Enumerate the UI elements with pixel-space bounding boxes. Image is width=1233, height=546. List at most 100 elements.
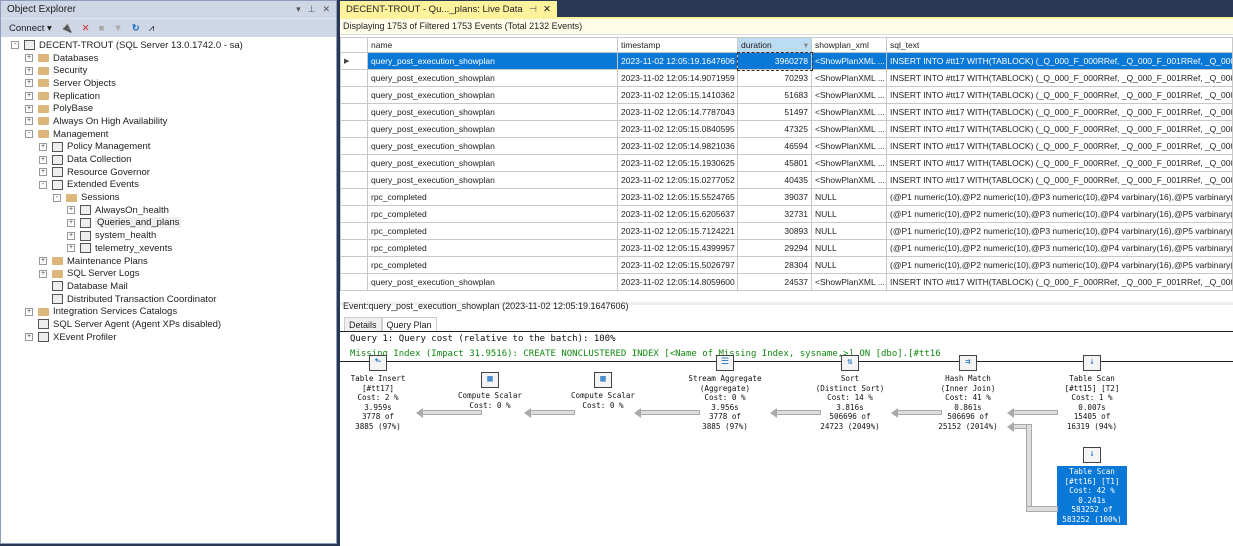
plan-node-hash-match[interactable]: ⇉ Hash Match (Inner Join) Cost: 41 % 0.861s 5… (913, 355, 1023, 431)
cell-timestamp[interactable]: 2023-11-02 12:05:15.0277052 (617, 171, 738, 189)
collapse-icon[interactable]: - (39, 180, 47, 189)
cell-name[interactable]: query_post_execution_showplan (367, 86, 618, 104)
expand-icon[interactable]: + (67, 231, 75, 240)
cell-name[interactable]: rpc_completed (367, 256, 618, 274)
cell-showplan-xml[interactable]: <ShowPlanXML ... (811, 69, 887, 87)
cell-timestamp[interactable]: 2023-11-02 12:05:15.5524765 (617, 188, 738, 206)
cell-duration[interactable]: 24537 (737, 273, 812, 291)
row-header[interactable] (340, 171, 368, 189)
cell-name[interactable]: query_post_execution_showplan (367, 52, 618, 70)
event-row[interactable]: rpc_completed 2023-11-02 12:05:15.5524765… (340, 188, 1233, 206)
tree-node-data-collection[interactable]: + Data Collection (1, 153, 336, 166)
cell-showplan-xml[interactable]: <ShowPlanXML ... (811, 137, 887, 155)
tree-node-server[interactable]: - DECENT-TROUT (SQL Server 13.0.1742.0 - … (1, 39, 336, 52)
event-row[interactable]: rpc_completed 2023-11-02 12:05:15.6205637… (340, 205, 1233, 223)
close-tab-icon[interactable]: ✕ (543, 4, 551, 15)
tree-node-system-health[interactable]: + system_health (1, 229, 336, 242)
cell-timestamp[interactable]: 2023-11-02 12:05:15.7124221 (617, 222, 738, 240)
row-header[interactable] (340, 86, 368, 104)
event-row[interactable]: query_post_execution_showplan 2023-11-02 … (340, 171, 1233, 189)
row-header[interactable] (340, 222, 368, 240)
row-header[interactable] (340, 239, 368, 257)
tree-node-management[interactable]: - Management (1, 128, 336, 141)
event-row[interactable]: rpc_completed 2023-11-02 12:05:15.7124221… (340, 222, 1233, 240)
tree-node-policy-management[interactable]: + Policy Management (1, 141, 336, 154)
event-row[interactable]: ▶ query_post_execution_showplan 2023-11-02… (340, 51, 1233, 71)
cell-showplan-xml[interactable]: NULL (811, 188, 887, 206)
column-header-showplan-xml[interactable]: showplan_xml (811, 37, 887, 53)
tab-live-data[interactable]: DECENT-TROUT - Qu..._plans: Live Data ⊣ … (340, 1, 557, 17)
cell-showplan-xml[interactable]: <ShowPlanXML ... (811, 154, 887, 172)
cell-duration[interactable]: 29294 (737, 239, 812, 257)
cell-sql-text[interactable]: INSERT INTO #tt17 WITH(TABLOCK) (_Q_000_… (886, 120, 1233, 138)
cell-timestamp[interactable]: 2023-11-02 12:05:14.7787043 (617, 103, 738, 121)
expand-icon[interactable]: + (25, 92, 33, 101)
column-header-duration[interactable]: duration ▾ (737, 37, 812, 53)
expand-icon[interactable]: + (25, 307, 33, 316)
event-row[interactable]: query_post_execution_showplan 2023-11-02 … (340, 120, 1233, 138)
cell-showplan-xml[interactable]: <ShowPlanXML ... (811, 86, 887, 104)
dropdown-icon[interactable]: ▾ (296, 4, 301, 15)
cell-name[interactable]: query_post_execution_showplan (367, 69, 618, 87)
expand-icon[interactable]: + (25, 54, 33, 63)
cell-name[interactable]: rpc_completed (367, 188, 618, 206)
expand-icon[interactable]: + (25, 333, 33, 342)
cell-timestamp[interactable]: 2023-11-02 12:05:15.1410362 (617, 86, 738, 104)
cell-sql-text[interactable]: INSERT INTO #tt17 WITH(TABLOCK) (_Q_000_… (886, 273, 1233, 291)
event-row[interactable]: query_post_execution_showplan 2023-11-02 … (340, 273, 1233, 291)
cell-sql-text[interactable]: (@P1 numeric(10),@P2 numeric(10),@P3 num… (886, 256, 1233, 274)
cell-duration[interactable]: 46594 (737, 137, 812, 155)
event-row[interactable]: query_post_execution_showplan 2023-11-02 … (340, 154, 1233, 172)
activity-monitor-icon[interactable]: ⩘ (149, 23, 154, 34)
cell-showplan-xml[interactable]: <ShowPlanXML ... (811, 52, 887, 70)
expand-icon[interactable]: + (39, 269, 47, 278)
cell-timestamp[interactable]: 2023-11-02 12:05:14.8059600 (617, 273, 738, 291)
expand-icon[interactable]: + (25, 104, 33, 113)
cell-showplan-xml[interactable]: <ShowPlanXML ... (811, 273, 887, 291)
cell-timestamp[interactable]: 2023-11-02 12:05:14.9821036 (617, 137, 738, 155)
tree-node-xevent-profiler[interactable]: + XEvent Profiler (1, 331, 336, 344)
cell-name[interactable]: rpc_completed (367, 239, 618, 257)
cell-duration[interactable]: 47325 (737, 120, 812, 138)
cell-sql-text[interactable]: (@P1 numeric(10),@P2 numeric(10),@P3 num… (886, 222, 1233, 240)
cell-name[interactable]: query_post_execution_showplan (367, 171, 618, 189)
expand-icon[interactable]: + (25, 79, 33, 88)
cell-duration[interactable]: 40435 (737, 171, 812, 189)
row-header[interactable]: ▶ (340, 52, 368, 70)
row-header[interactable] (340, 120, 368, 138)
cell-sql-text[interactable]: INSERT INTO #tt17 WITH(TABLOCK) (_Q_000_… (886, 86, 1233, 104)
cell-showplan-xml[interactable]: NULL (811, 239, 887, 257)
filter-icon[interactable]: ▼ (113, 23, 122, 34)
expand-icon[interactable]: + (39, 168, 47, 177)
cell-name[interactable]: query_post_execution_showplan (367, 137, 618, 155)
cell-name[interactable]: query_post_execution_showplan (367, 103, 618, 121)
tree-node-replication[interactable]: + Replication (1, 90, 336, 103)
cell-duration[interactable]: 32731 (737, 205, 812, 223)
cell-timestamp[interactable]: 2023-11-02 12:05:15.5026797 (617, 256, 738, 274)
expand-icon[interactable]: + (39, 257, 47, 266)
plan-node-stream-aggregate[interactable]: ☰ Stream Aggregate (Aggregate) Cost: 0 % 3.9… (670, 355, 780, 431)
tree-node-alwayson-health[interactable]: + AlwaysOn_health (1, 204, 336, 217)
cell-timestamp[interactable]: 2023-11-02 12:05:19.1647606 (617, 52, 738, 70)
expand-icon[interactable]: + (39, 142, 47, 151)
row-header[interactable] (340, 137, 368, 155)
collapse-icon[interactable]: - (53, 193, 61, 202)
plan-node-table-insert[interactable]: ⬑ Table Insert [#tt17] Cost: 2 % 3.959s 3778 … (323, 355, 433, 431)
cell-showplan-xml[interactable]: NULL (811, 205, 887, 223)
row-header[interactable] (340, 154, 368, 172)
row-header[interactable] (340, 69, 368, 87)
tree-node-distributed-transaction-coordinator[interactable]: Distributed Transaction Coordinator (1, 293, 336, 306)
tree-node-database-mail[interactable]: Database Mail (1, 280, 336, 293)
cell-name[interactable]: rpc_completed (367, 222, 618, 240)
cell-name[interactable]: query_post_execution_showplan (367, 120, 618, 138)
expand-icon[interactable]: + (39, 155, 47, 164)
cell-sql-text[interactable]: INSERT INTO #tt17 WITH(TABLOCK) (_Q_000_… (886, 171, 1233, 189)
cell-duration[interactable]: 70293 (737, 69, 812, 87)
close-icon[interactable]: ✕ (322, 4, 330, 15)
column-header-sql-text[interactable]: sql_text (886, 37, 1233, 53)
row-header[interactable] (340, 205, 368, 223)
cell-duration[interactable]: 3960278 (736, 51, 813, 71)
cell-timestamp[interactable]: 2023-11-02 12:05:15.4399957 (617, 239, 738, 257)
cell-name[interactable]: query_post_execution_showplan (367, 273, 618, 291)
row-header[interactable] (340, 273, 368, 291)
